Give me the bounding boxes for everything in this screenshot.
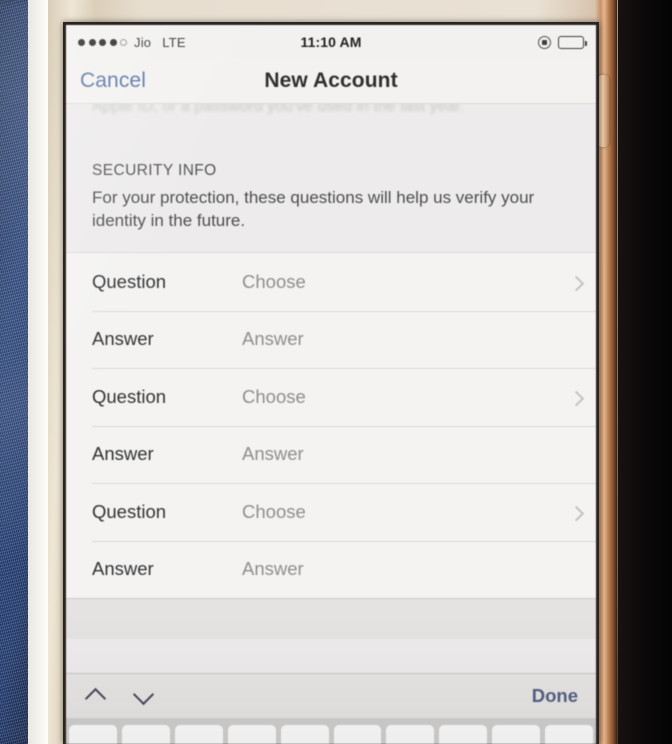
clipped-previous-paragraph: Apple ID, or a password you've used in t…: [92, 104, 465, 115]
table-row[interactable]: Answer Answer: [66, 310, 596, 369]
security-info-section-header: SECURITY INFO For your protection, these…: [66, 104, 596, 232]
row-value[interactable]: Answer: [242, 558, 304, 580]
done-button[interactable]: Done: [532, 685, 578, 707]
dark-background: [610, 0, 672, 744]
keyboard-accessory-toolbar: Done: [66, 673, 596, 718]
key-8[interactable]: 8: [439, 725, 488, 744]
rotation-lock-icon: [538, 35, 551, 49]
row-value[interactable]: Choose: [242, 501, 306, 523]
key-7[interactable]: 7: [386, 725, 435, 744]
row-value[interactable]: Answer: [242, 443, 304, 465]
key-3[interactable]: 3: [174, 725, 223, 744]
chevron-right-icon: [568, 390, 585, 407]
row-value[interactable]: Choose: [242, 271, 306, 293]
table-row[interactable]: Question Choose: [66, 368, 596, 426]
section-description: For your protection, these questions wil…: [92, 188, 535, 231]
field-navigation-arrows: [84, 686, 158, 706]
battery-full-icon: [558, 35, 587, 49]
row-value[interactable]: Answer: [242, 328, 304, 350]
row-label: Answer: [92, 328, 154, 350]
security-questions-list: Question Choose Answer Answer Question C…: [66, 252, 596, 599]
cancel-button[interactable]: Cancel: [80, 69, 146, 93]
key-6[interactable]: 6: [333, 725, 382, 744]
table-row[interactable]: Answer Answer: [66, 425, 596, 484]
status-bar: Jio LTE 11:10 AM: [66, 25, 596, 59]
key-5[interactable]: 5: [280, 725, 329, 744]
table-row[interactable]: Answer Answer: [66, 540, 596, 599]
key-9[interactable]: 9: [492, 725, 541, 744]
numeric-keyboard: 1 2 3 4 5 6 7 8 9 0: [66, 718, 596, 744]
status-bar-right: [538, 35, 587, 49]
network-type-label: LTE: [162, 34, 186, 50]
scroll-content[interactable]: Apple ID, or a password you've used in t…: [66, 104, 596, 673]
key-0[interactable]: 0: [545, 725, 594, 744]
row-label: Question: [92, 270, 167, 292]
row-value[interactable]: Choose: [242, 386, 306, 408]
chevron-up-icon[interactable]: [84, 686, 110, 706]
photo-scene: Jio LTE 11:10 AM Cancel New Account Appl…: [0, 0, 672, 744]
list-bottom-spacer: [66, 598, 596, 640]
row-label: Question: [92, 500, 167, 522]
table-row[interactable]: Question Choose: [66, 483, 596, 541]
table-row[interactable]: Question Choose: [66, 253, 596, 311]
status-bar-left: Jio LTE: [78, 35, 186, 50]
phone-screen: Jio LTE 11:10 AM Cancel New Account Appl…: [66, 25, 596, 744]
signal-strength-icon: [78, 38, 127, 46]
key-1[interactable]: 1: [69, 725, 117, 744]
navigation-bar: Cancel New Account: [66, 59, 596, 104]
carrier-label: Jio: [134, 34, 152, 50]
row-label: Answer: [92, 558, 154, 580]
chevron-right-icon: [568, 505, 585, 522]
row-label: Question: [92, 385, 167, 407]
chevron-down-icon[interactable]: [132, 686, 158, 706]
section-title: SECURITY INFO: [92, 162, 217, 179]
row-label: Answer: [92, 443, 154, 465]
phone-screen-bezel: Jio LTE 11:10 AM Cancel New Account Appl…: [63, 22, 599, 744]
key-2[interactable]: 2: [121, 725, 170, 744]
key-4[interactable]: 4: [227, 725, 276, 744]
power-button[interactable]: [598, 75, 609, 147]
chevron-right-icon: [568, 275, 585, 292]
